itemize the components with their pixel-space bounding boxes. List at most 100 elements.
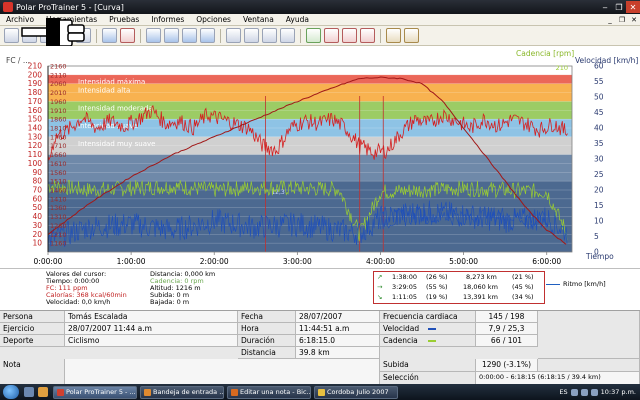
menu-ayuda[interactable]: Ayuda <box>280 15 315 24</box>
hora-value[interactable]: 11:44:51 a.m <box>296 323 380 335</box>
menu-ventana[interactable]: Ventana <box>237 15 280 24</box>
mdi-restore-button[interactable]: ❐ <box>616 16 628 24</box>
title-bar: Polar ProTrainer 5 - [Curva] ‒ ❐ ✕ <box>0 0 640 14</box>
list-view-icon[interactable] <box>164 28 179 43</box>
nota-field[interactable] <box>65 359 380 385</box>
speed-axis-title: Velocidad [km/h] <box>575 56 639 65</box>
taskbar-item-protrainer[interactable]: Polar ProTrainer 5 - ... <box>53 385 137 399</box>
deporte-value[interactable]: Ciclismo <box>65 335 238 347</box>
folder-task-icon <box>318 388 325 396</box>
cursor-values-col-2: Distancia: 0,000 km Cadencia: 0 rpm Alti… <box>150 271 215 306</box>
altitude-tick-label: 2060 <box>50 80 67 88</box>
weekly-report-icon[interactable] <box>306 28 321 43</box>
taskbar: Polar ProTrainer 5 - ... Bandeja de entr… <box>0 384 640 400</box>
menu-pruebas[interactable]: Pruebas <box>103 15 145 24</box>
quicklaunch-icon[interactable] <box>24 387 34 397</box>
speed-swatch <box>427 328 436 330</box>
velocidad-value[interactable]: 7,9 / 25,3 <box>476 323 538 335</box>
satellite-icon[interactable] <box>244 28 259 43</box>
altitude-tick-label: 1810 <box>50 125 67 133</box>
hr-tick-label: 90 <box>32 168 42 177</box>
bar-report-icon[interactable] <box>386 28 401 43</box>
menu-opciones[interactable]: Opciones <box>190 15 237 24</box>
book-icon[interactable] <box>102 28 117 43</box>
zone-summary-row: → 3:29:05 (55 %) 18,060 km (45 %) <box>377 283 534 291</box>
duracion-label: Duración <box>238 335 296 347</box>
network-icon[interactable] <box>570 388 578 396</box>
taskbar-item-inbox[interactable]: Bandeja de entrada ... <box>140 385 224 399</box>
minimize-button[interactable]: ‒ <box>598 1 612 13</box>
fc-label: Frecuencia cardiaca <box>380 311 476 323</box>
new-file-icon[interactable] <box>4 28 19 43</box>
laps-view-icon[interactable] <box>200 28 215 43</box>
hr-tick-label: 60 <box>32 194 42 203</box>
security-icon[interactable] <box>590 388 598 396</box>
altitude-tick-label: 1960 <box>50 98 67 106</box>
monthly-report-icon[interactable] <box>324 28 339 43</box>
chart-svg[interactable]: Intensidad máximaIntensidad altaIntensid… <box>0 46 640 268</box>
mdi-minimize-button[interactable]: _ <box>604 16 616 24</box>
users-icon[interactable] <box>404 28 419 43</box>
zone-summary-box: ↗ 1:38:00 (26 %) 8,273 km (21 %) → 3:29:… <box>373 271 545 304</box>
ritmo-legend-swatch <box>546 283 560 285</box>
mdi-close-button[interactable]: ✕ <box>628 16 640 24</box>
fc-value[interactable]: 145 / 198 <box>476 311 538 323</box>
hr-tick-label: 150 <box>28 115 43 124</box>
test-icon[interactable] <box>120 28 135 43</box>
cursor-values-col-1: Valores del cursor: Tiempo: 0:00:00 FC: … <box>46 271 127 306</box>
taskbar-item-cordoba[interactable]: Cordoba Julio 2007 <box>314 385 398 399</box>
maximize-button[interactable]: ❐ <box>612 1 626 13</box>
menu-informes[interactable]: Informes <box>145 15 190 24</box>
cursor-speed: Velocidad: 0,0 km/h <box>46 298 111 306</box>
hr-tick-label: 140 <box>28 124 43 133</box>
speed-tick-label: 35 <box>594 139 604 148</box>
flat-arrow-icon: → <box>377 283 383 291</box>
distancia-value[interactable]: 39.8 km <box>296 347 380 359</box>
clock[interactable]: 10:37 p.m. <box>601 388 636 396</box>
speed-tick-label: 50 <box>594 93 604 102</box>
ejercicio-value[interactable]: 28/07/2007 11:44 a.m <box>65 323 238 335</box>
summary-report-icon[interactable] <box>360 28 375 43</box>
fecha-value[interactable]: 28/07/2007 <box>296 311 380 323</box>
cadencia-label: Cadencia <box>380 335 476 347</box>
cadence-swatch <box>428 340 437 342</box>
target-icon[interactable] <box>262 28 277 43</box>
quicklaunch-icon[interactable] <box>38 387 48 397</box>
marker-label: 12,3 <box>271 189 285 196</box>
cursor-descent: Bajada: 0 m <box>150 298 190 306</box>
start-button[interactable] <box>3 385 19 399</box>
zone-label: Intensidad moderada <box>78 104 153 112</box>
hr-tick-label: 200 <box>28 70 43 79</box>
x-axis-title: Tiempo <box>586 252 614 261</box>
subida-label: Subida <box>380 359 476 372</box>
time-tick-label: 4:00:00 <box>366 257 395 266</box>
wave-icon[interactable] <box>280 28 295 43</box>
speed-tick-label: 30 <box>594 155 604 164</box>
yearly-report-icon[interactable] <box>342 28 357 43</box>
zoom-icon[interactable] <box>226 28 241 43</box>
time-tick-label: 0:00:00 <box>34 257 63 266</box>
distancia-label: Distancia <box>238 347 296 359</box>
language-indicator[interactable]: ES <box>559 388 567 396</box>
curve-view-icon[interactable] <box>146 28 161 43</box>
volume-icon[interactable] <box>580 388 588 396</box>
altitude-tick-label: 1760 <box>50 133 67 141</box>
taskbar-item-editar-nota[interactable]: Editar una nota - Bic... <box>227 385 311 399</box>
cursor-info-panel: Valores del cursor: Tiempo: 0:00:00 FC: … <box>0 268 640 310</box>
altitude-tick-label: 1860 <box>50 116 67 124</box>
duracion-value[interactable]: 6:18:15.0 <box>296 335 380 347</box>
persona-value[interactable]: Tomás Escalada <box>65 311 238 323</box>
zones-view-icon[interactable] <box>182 28 197 43</box>
close-button[interactable]: ✕ <box>626 1 640 13</box>
window-title: Polar ProTrainer 5 - [Curva] <box>16 2 124 12</box>
altitude-tick-label: 1210 <box>50 231 67 239</box>
cadencia-value[interactable]: 66 / 101 <box>476 335 538 347</box>
hr-tick-label: 40 <box>32 212 42 221</box>
speed-tick-label: 25 <box>594 170 604 179</box>
time-tick-label: 3:00:00 <box>283 257 312 266</box>
altitude-tick-label: 2110 <box>50 71 67 79</box>
hr-tick-label: 80 <box>32 177 42 186</box>
toolbar <box>0 26 640 46</box>
polar-app-icon <box>3 2 13 12</box>
subida-value[interactable]: 1290 (-3.1%) <box>476 359 538 372</box>
